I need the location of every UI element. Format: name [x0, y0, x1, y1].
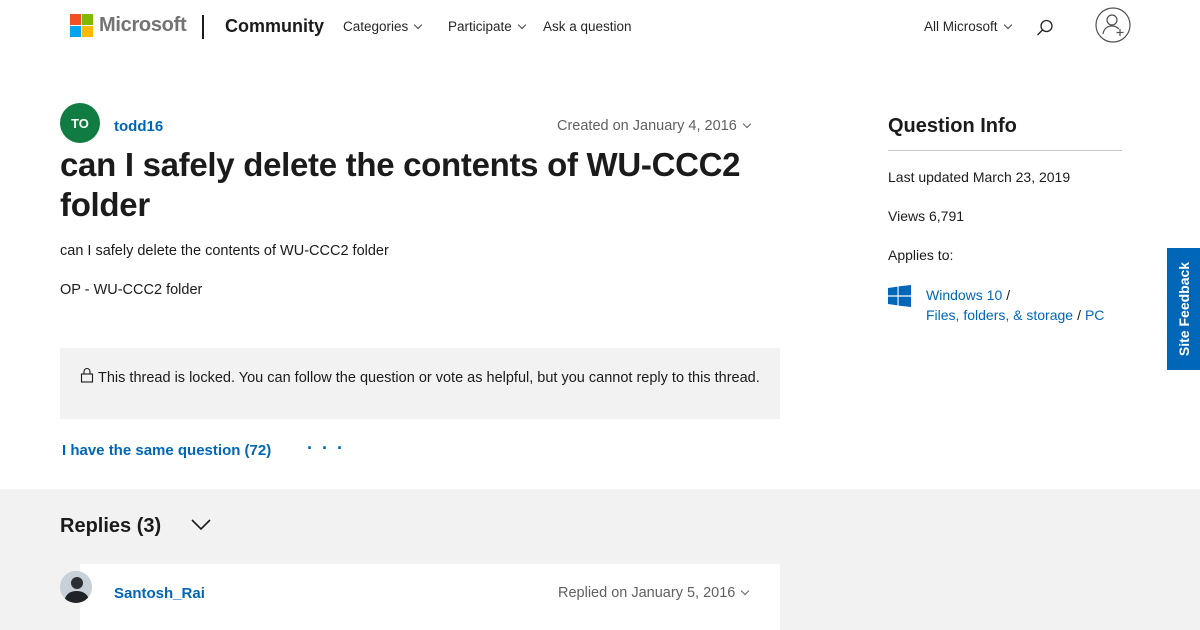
applies-pc-link[interactable]: PC: [1085, 307, 1104, 323]
site-feedback-button[interactable]: Site Feedback: [1167, 248, 1200, 370]
question-body: can I safely delete the contents of WU-C…: [60, 243, 389, 259]
microsoft-logo[interactable]: Microsoft: [70, 14, 187, 37]
views-count: Views 6,791: [888, 208, 965, 224]
more-options-button[interactable]: · · ·: [307, 438, 345, 459]
thread-locked-notice: This thread is locked. You can follow th…: [60, 348, 780, 419]
nav-categories-label: Categories: [343, 19, 409, 34]
nav-participate[interactable]: Participate: [448, 19, 527, 34]
applies-files-folders-link[interactable]: Files, folders, & storage: [926, 307, 1073, 323]
header-divider: [202, 15, 204, 39]
breadcrumb-separator: /: [1077, 307, 1081, 323]
site-feedback-label: Site Feedback: [1175, 261, 1192, 357]
question-info-title: Question Info: [888, 115, 1017, 137]
author-name[interactable]: todd16: [114, 118, 163, 135]
same-question-button[interactable]: I have the same question (72): [62, 442, 271, 459]
windows-icon: [888, 285, 911, 307]
chevron-down-icon: [517, 20, 527, 29]
profile-icon[interactable]: [1095, 7, 1131, 43]
question-info-divider: [888, 150, 1122, 151]
reply-author-name[interactable]: Santosh_Rai: [114, 585, 205, 602]
breadcrumb-separator: /: [1006, 287, 1011, 303]
chevron-down-icon[interactable]: [191, 514, 211, 534]
community-home-link[interactable]: Community: [225, 16, 324, 37]
chevron-down-icon: [742, 119, 752, 129]
nav-ask-question[interactable]: Ask a question: [543, 19, 632, 34]
applies-windows-10-link[interactable]: Windows 10: [926, 287, 1002, 303]
site-header: Microsoft Community Categories Participa…: [0, 0, 1200, 54]
search-icon[interactable]: [1036, 19, 1054, 37]
lock-icon: [80, 368, 94, 383]
applies-to-links: Windows 10/ Files, folders, & storage / PC: [926, 285, 1104, 325]
microsoft-wordmark: Microsoft: [99, 14, 187, 36]
chevron-down-icon: [741, 586, 750, 596]
microsoft-logo-icon: [70, 14, 93, 37]
nav-categories[interactable]: Categories: [343, 19, 423, 34]
user-photo-icon: [60, 571, 92, 603]
created-date[interactable]: Created on January 4, 2016: [557, 118, 752, 134]
reply-date-label: Replied on January 5, 2016: [558, 585, 736, 601]
thread-locked-text: This thread is locked. You can follow th…: [98, 370, 760, 386]
applies-to-label: Applies to:: [888, 247, 954, 263]
reply-author-avatar[interactable]: [60, 571, 92, 603]
author-avatar[interactable]: TO: [60, 103, 100, 143]
question-body-2: OP - WU-CCC2 folder: [60, 282, 203, 298]
nav-ask-question-label: Ask a question: [543, 19, 632, 34]
reply-date[interactable]: Replied on January 5, 2016: [558, 585, 750, 601]
nav-participate-label: Participate: [448, 19, 512, 34]
chevron-down-icon: [1003, 20, 1012, 29]
replies-title: Replies (3): [60, 515, 162, 537]
last-updated: Last updated March 23, 2019: [888, 169, 1071, 185]
created-date-label: Created on January 4, 2016: [557, 118, 737, 134]
all-microsoft-label: All Microsoft: [924, 19, 998, 34]
question-title: can I safely delete the contents of WU-C…: [60, 146, 741, 223]
all-microsoft-menu[interactable]: All Microsoft: [924, 19, 1012, 34]
chevron-down-icon: [414, 20, 423, 29]
